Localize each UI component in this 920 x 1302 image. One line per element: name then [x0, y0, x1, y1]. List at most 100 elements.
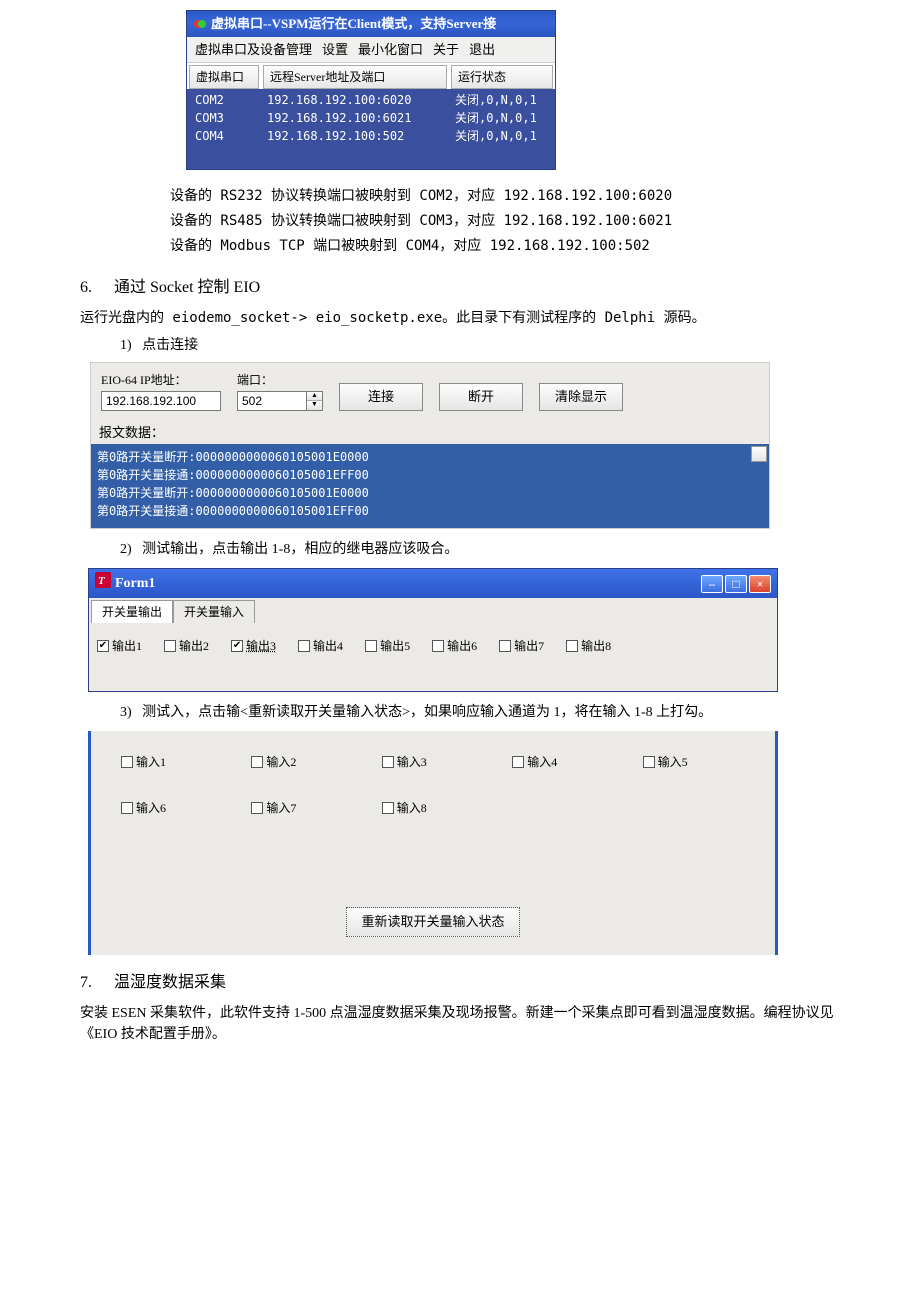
maximize-button[interactable]: □ — [725, 575, 747, 593]
checkbox-icon — [566, 640, 578, 652]
log-area[interactable]: 第0路开关量断开:0000000000060105001E0000 第0路开关量… — [91, 444, 769, 528]
heading-text: 温湿度数据采集 — [114, 974, 226, 991]
clear-button[interactable]: 清除显示 — [539, 383, 623, 411]
table-row[interactable]: COM2 192.168.192.100:6020 关闭,0,N,0,1 — [191, 91, 551, 109]
log-line: 第0路开关量接通:0000000000060105001EFF00 — [97, 466, 763, 484]
socket-toolbar: EIO-64 IP地址： 端口： ▲▼ 连接 断开 清除显示 — [91, 363, 769, 421]
col-header[interactable]: 虚拟串口 — [189, 65, 259, 89]
cell-state: 关闭,0,N,0,1 — [451, 127, 551, 145]
tab-strip: 开关量输出 开关量输入 — [89, 598, 777, 623]
form1-window: T Form1 – □ × 开关量输出 开关量输入 输出1输出2输出3输出4输出… — [88, 568, 778, 692]
checkbox-icon — [251, 802, 263, 814]
refresh-inputs-button[interactable]: 重新读取开关量输入状态 — [346, 907, 519, 937]
checkbox-label: 输出3 — [246, 637, 276, 655]
cell-addr: 192.168.192.100:502 — [263, 127, 451, 145]
checkbox-label: 输入5 — [658, 753, 688, 771]
checkbox-icon — [643, 756, 655, 768]
output-checkbox[interactable]: 输出7 — [499, 637, 544, 655]
window-controls: – □ × — [701, 575, 771, 593]
close-button[interactable]: × — [749, 575, 771, 593]
menu-item[interactable]: 最小化窗口 — [358, 40, 423, 60]
checkbox-icon — [121, 802, 133, 814]
form1-titlebar[interactable]: T Form1 – □ × — [89, 569, 777, 598]
input-checkbox[interactable]: 输入8 — [382, 799, 484, 817]
menu-item[interactable]: 虚拟串口及设备管理 — [195, 40, 312, 60]
minimize-button[interactable]: – — [701, 575, 723, 593]
cell-port: COM4 — [191, 127, 263, 145]
checkbox-icon — [512, 756, 524, 768]
log-line: 第0路开关量断开:0000000000060105001E0000 — [97, 484, 763, 502]
vspm-window: 虚拟串口--VSPM运行在Client模式，支持Server接 虚拟串口及设备管… — [186, 10, 556, 170]
menu-item[interactable]: 退出 — [469, 40, 495, 60]
checkbox-icon — [231, 640, 243, 652]
text-line: 设备的 Modbus TCP 端口被映射到 COM4，对应 192.168.19… — [170, 234, 840, 259]
col-header[interactable]: 远程Server地址及端口 — [263, 65, 447, 89]
outputs-panel: 输出1 输出2 输出3 输出4 输出5 输出6 输出7 输出8 — [89, 623, 777, 691]
input-checkbox[interactable]: 输入3 — [382, 753, 484, 771]
step-text: 测试输出，点击输出 1-8，相应的继电器应该吸合。 — [142, 542, 458, 557]
checkbox-icon — [432, 640, 444, 652]
input-checkbox[interactable]: 输入5 — [643, 753, 745, 771]
text-line: 设备的 RS232 协议转换端口被映射到 COM2，对应 192.168.192… — [170, 184, 840, 209]
step-num: 2) — [120, 542, 132, 557]
input-checkbox[interactable]: 输入4 — [512, 753, 614, 771]
checkbox-label: 输出8 — [581, 637, 611, 655]
port-input[interactable] — [237, 391, 307, 411]
output-checkbox[interactable]: 输出6 — [432, 637, 477, 655]
checkbox-icon — [382, 756, 394, 768]
step-num: 1) — [120, 338, 132, 353]
checkbox-label: 输出6 — [447, 637, 477, 655]
table-row[interactable]: COM4 192.168.192.100:502 关闭,0,N,0,1 — [191, 127, 551, 145]
scroll-up-icon[interactable]: ^ — [751, 446, 767, 462]
checkbox-label: 输入2 — [266, 753, 296, 771]
section7-body: 安装 ESEN 采集软件，此软件支持 1-500 点温湿度数据采集及现场报警。新… — [80, 1003, 840, 1045]
step-text: 测试入，点击输<重新读取开关量输入状态>，如果响应输入通道为 1，将在输入 1-… — [142, 705, 712, 720]
checkbox-label: 输入3 — [397, 753, 427, 771]
checkbox-icon — [97, 640, 109, 652]
cell-addr: 192.168.192.100:6021 — [263, 109, 451, 127]
inputs-panel: 输入1 输入2 输入3 输入4 输入5 输入6 输入7 输入8 重新读取开关量输入状态 — [88, 731, 778, 955]
table-row[interactable]: COM3 192.168.192.100:6021 关闭,0,N,0,1 — [191, 109, 551, 127]
tab-input[interactable]: 开关量输入 — [173, 600, 255, 623]
output-checkbox[interactable]: 输出3 — [231, 637, 276, 655]
input-checkbox[interactable]: 输入7 — [251, 799, 353, 817]
input-checkbox[interactable]: 输入2 — [251, 753, 353, 771]
checkbox-label: 输出5 — [380, 637, 410, 655]
checkbox-label: 输入4 — [527, 753, 557, 771]
col-header[interactable]: 运行状态 — [451, 65, 553, 89]
section6-heading: 6. 通过 Socket 控制 EIO — [80, 276, 840, 300]
checkbox-label: 输出2 — [179, 637, 209, 655]
section6-intro: 运行光盘内的 eiodemo_socket-> eio_socketp.exe。… — [80, 308, 840, 329]
tab-output[interactable]: 开关量输出 — [91, 600, 173, 623]
mapping-description: 设备的 RS232 协议转换端口被映射到 COM2，对应 192.168.192… — [170, 184, 840, 260]
section7-heading: 7. 温湿度数据采集 — [80, 971, 840, 995]
cell-state: 关闭,0,N,0,1 — [451, 109, 551, 127]
port-spinner[interactable]: ▲▼ — [307, 391, 323, 411]
log-line: 第0路开关量断开:0000000000060105001E0000 — [97, 448, 763, 466]
menu-item[interactable]: 设置 — [322, 40, 348, 60]
input-checkbox[interactable]: 输入6 — [121, 799, 223, 817]
menu-item[interactable]: 关于 — [433, 40, 459, 60]
vspm-menubar: 虚拟串口及设备管理 设置 最小化窗口 关于 退出 — [187, 37, 555, 64]
disconnect-button[interactable]: 断开 — [439, 383, 523, 411]
output-checkbox[interactable]: 输出8 — [566, 637, 611, 655]
output-checkbox[interactable]: 输出2 — [164, 637, 209, 655]
checkbox-label: 输出1 — [112, 637, 142, 655]
output-checkbox[interactable]: 输出4 — [298, 637, 343, 655]
connect-button[interactable]: 连接 — [339, 383, 423, 411]
checkbox-icon — [164, 640, 176, 652]
vspm-titlebar[interactable]: 虚拟串口--VSPM运行在Client模式，支持Server接 — [187, 11, 555, 37]
vspm-title: 虚拟串口--VSPM运行在Client模式，支持Server接 — [211, 14, 496, 34]
cell-state: 关闭,0,N,0,1 — [451, 91, 551, 109]
ip-input[interactable] — [101, 391, 221, 411]
cell-port: COM3 — [191, 109, 263, 127]
input-checkbox[interactable]: 输入1 — [121, 753, 223, 771]
output-checkbox[interactable]: 输出5 — [365, 637, 410, 655]
vspm-list: COM2 192.168.192.100:6020 关闭,0,N,0,1 COM… — [187, 89, 555, 169]
checkbox-label: 输入6 — [136, 799, 166, 817]
checkbox-icon — [382, 802, 394, 814]
delphi-icon: T — [95, 572, 111, 595]
checkbox-label: 输出4 — [313, 637, 343, 655]
text-line: 设备的 RS485 协议转换端口被映射到 COM3，对应 192.168.192… — [170, 209, 840, 234]
output-checkbox[interactable]: 输出1 — [97, 637, 142, 655]
